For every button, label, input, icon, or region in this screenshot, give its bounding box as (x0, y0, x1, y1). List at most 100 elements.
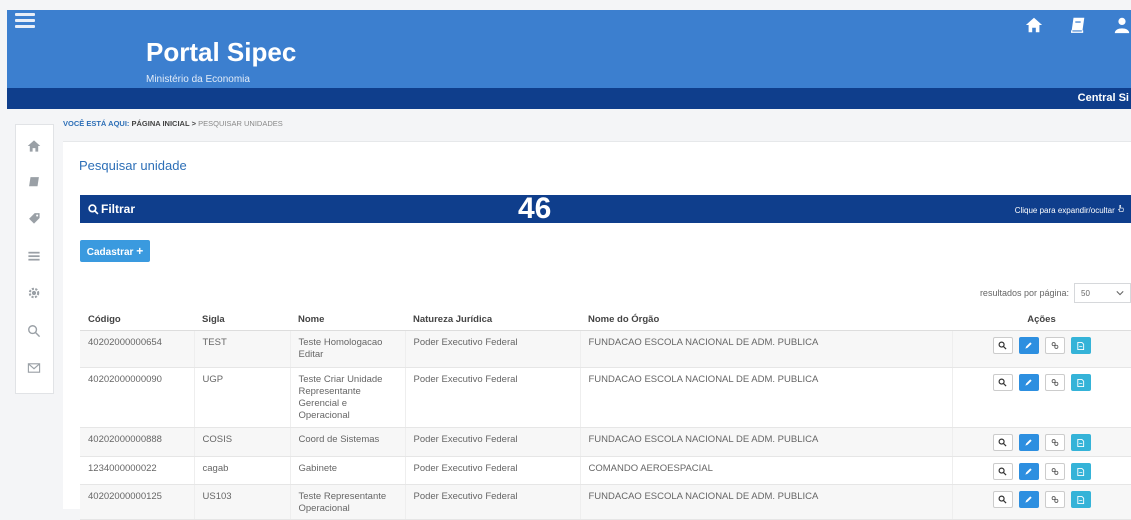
hamburger-menu-icon[interactable] (15, 10, 35, 30)
column-header-natureza[interactable]: Natureza Jurídica (405, 308, 580, 331)
user-icon[interactable] (1113, 16, 1131, 34)
document-button[interactable] (1070, 434, 1091, 451)
document-button[interactable] (1070, 463, 1091, 480)
document-button[interactable] (1070, 337, 1091, 354)
column-header-sigla[interactable]: Sigla (194, 308, 290, 331)
view-button[interactable] (992, 463, 1013, 480)
cell-orgao: FUNDACAO ESCOLA NACIONAL DE ADM. PUBLICA (580, 330, 953, 368)
sub-navigation-bar: Central Si (7, 88, 1131, 109)
document-icon (1077, 341, 1085, 350)
top-icons (1025, 16, 1131, 34)
link-icon (1051, 468, 1059, 475)
cell-natureza: Poder Executivo Federal (405, 330, 581, 368)
cell-codigo: 40202000000888 (80, 427, 195, 457)
link-button[interactable] (1044, 491, 1065, 508)
book-icon[interactable] (27, 175, 41, 189)
pencil-icon (1025, 379, 1032, 386)
link-button[interactable] (1044, 337, 1065, 354)
row-actions (961, 491, 1124, 508)
link-button[interactable] (1044, 374, 1065, 391)
pencil-icon (1025, 439, 1032, 446)
cell-nome: Gabinete (290, 456, 406, 485)
cell-sigla: TEST (194, 330, 291, 368)
cell-actions (952, 427, 1131, 457)
cell-natureza: Poder Executivo Federal (405, 367, 581, 428)
cadastrar-button[interactable]: Cadastrar + (80, 240, 150, 262)
link-icon (1051, 342, 1059, 349)
link-icon (1051, 439, 1059, 446)
cell-codigo: 40202000000125 (80, 484, 195, 520)
cell-orgao: FUNDACAO ESCOLA NACIONAL DE ADM. PUBLICA (580, 484, 953, 520)
overlay-number: 46 (518, 192, 552, 225)
filter-hint: Clique para expandir/ocultar (1015, 204, 1125, 215)
edit-button[interactable] (1018, 491, 1039, 508)
cell-codigo: 1234000000022 (80, 456, 195, 485)
table-header-row: Código Sigla Nome Natureza Jurídica Nome… (80, 308, 1131, 331)
filter-toggle-bar[interactable]: Filtrar Clique para expandir/ocultar (80, 195, 1131, 223)
cell-actions (952, 367, 1131, 428)
table-row: 40202000000888 COSIS Coord de Sistemas Pode… (80, 427, 1131, 457)
tag-icon[interactable] (27, 211, 41, 225)
breadcrumb-current: PESQUISAR UNIDADES (198, 119, 283, 128)
document-icon (1077, 438, 1085, 447)
cell-orgao: COMANDO AEROESPACIAL (580, 456, 953, 485)
document-icon (1077, 495, 1085, 504)
edit-button[interactable] (1018, 337, 1039, 354)
cell-codigo: 40202000000090 (80, 367, 195, 428)
search-icon[interactable] (27, 324, 41, 338)
table-row: 40202000000090 UGP Teste Criar Unidade Rep… (80, 367, 1131, 428)
view-button[interactable] (992, 491, 1013, 508)
breadcrumb-home-link[interactable]: PÁGINA INICIAL (132, 119, 190, 128)
search-icon (998, 438, 1007, 447)
view-button[interactable] (992, 374, 1013, 391)
search-icon (998, 378, 1007, 387)
row-actions (961, 434, 1124, 451)
column-header-codigo[interactable]: Código (80, 308, 194, 331)
view-button[interactable] (992, 337, 1013, 354)
document-button[interactable] (1070, 374, 1091, 391)
cadastrar-label: Cadastrar (86, 247, 134, 258)
breadcrumb-label: VOCÊ ESTÁ AQUI: (63, 119, 130, 128)
search-icon (998, 341, 1007, 350)
view-button[interactable] (992, 434, 1013, 451)
per-page-value: 50 (1081, 288, 1090, 298)
edit-button[interactable] (1018, 434, 1039, 451)
table-row: 1234000000022 cagab Gabinete Poder Executiv… (80, 456, 1131, 485)
units-table: Código Sigla Nome Natureza Jurídica Nome… (80, 308, 1131, 520)
cell-actions (952, 330, 1131, 368)
cell-sigla: cagab (194, 456, 291, 485)
book-icon[interactable] (1069, 16, 1087, 34)
edit-button[interactable] (1018, 374, 1039, 391)
cell-natureza: Poder Executivo Federal (405, 427, 581, 457)
document-button[interactable] (1070, 491, 1091, 508)
link-button[interactable] (1044, 434, 1065, 451)
table-row: 40202000000125 US103 Teste Representante O… (80, 484, 1131, 520)
search-icon (998, 495, 1007, 504)
filter-label: Filtrar (88, 202, 135, 216)
home-icon[interactable] (1025, 16, 1043, 34)
per-page-select[interactable]: 50 (1074, 283, 1131, 303)
gear-icon[interactable] (27, 286, 41, 300)
pointer-hand-icon (1118, 204, 1124, 213)
table-body: 40202000000654 TEST Teste Homologacao Edit… (80, 330, 1131, 520)
column-header-nome[interactable]: Nome (290, 308, 405, 331)
portal-subtitle: Ministério da Economia (146, 74, 250, 85)
results-per-page: resultados por página: 50 (980, 283, 1131, 303)
edit-button[interactable] (1018, 463, 1039, 480)
main-panel: Pesquisar unidade Filtrar Clique para ex… (63, 141, 1131, 520)
list-icon[interactable] (27, 249, 41, 263)
filter-hint-text: Clique para expandir/ocultar (1014, 206, 1115, 215)
cell-nome: Coord de Sistemas (290, 427, 406, 457)
link-icon (1051, 379, 1059, 386)
link-button[interactable] (1044, 463, 1065, 480)
cell-orgao: FUNDACAO ESCOLA NACIONAL DE ADM. PUBLICA (580, 367, 953, 428)
row-actions (961, 374, 1124, 391)
central-link[interactable]: Central Si (1078, 92, 1129, 104)
pencil-icon (1025, 468, 1032, 475)
column-header-orgao[interactable]: Nome do Órgão (580, 308, 952, 331)
cell-sigla: COSIS (194, 427, 291, 457)
filter-text: Filtrar (101, 202, 136, 216)
home-icon[interactable] (27, 139, 41, 153)
breadcrumb-separator: > (191, 119, 197, 128)
mail-icon[interactable] (27, 361, 41, 375)
